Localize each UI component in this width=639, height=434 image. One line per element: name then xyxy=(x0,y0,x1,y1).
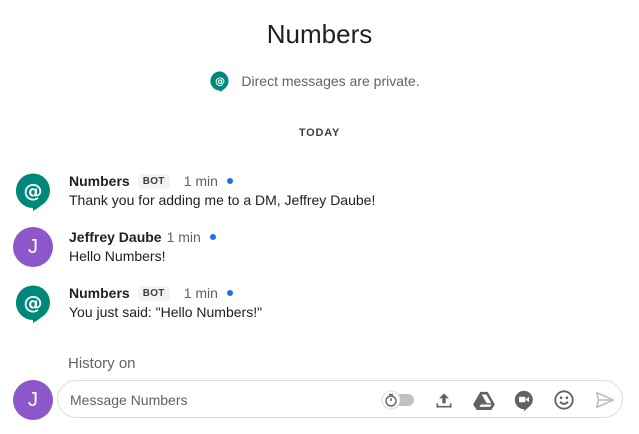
message-time: 1 min xyxy=(183,285,218,301)
emoji-button[interactable] xyxy=(551,387,577,413)
message-text: Hello Numbers! xyxy=(69,248,166,264)
presence-dot xyxy=(209,234,216,240)
video-meet-icon xyxy=(514,390,533,411)
message-header: Numbers BOT 1 min xyxy=(69,283,233,303)
message-composer xyxy=(57,380,623,418)
hangouts-chat-icon: @ xyxy=(210,71,229,92)
message-time: 1 min xyxy=(183,173,218,189)
message-item: @ Numbers BOT 1 min Thank you for adding… xyxy=(13,171,613,215)
date-divider: TODAY xyxy=(298,127,341,139)
svg-text:@: @ xyxy=(215,77,225,88)
message-time: 1 min xyxy=(166,229,201,245)
sender-name[interactable]: Numbers xyxy=(69,285,130,301)
history-status: History on xyxy=(68,355,136,372)
upload-button[interactable] xyxy=(431,387,457,413)
sender-name[interactable]: Jeffrey Daube xyxy=(69,229,162,245)
svg-text:@: @ xyxy=(24,180,43,202)
privacy-notice: @ Direct messages are private. xyxy=(0,70,639,92)
history-timer-toggle[interactable] xyxy=(376,387,420,413)
video-meet-button[interactable] xyxy=(511,387,537,413)
message-header: Jeffrey Daube 1 min xyxy=(69,227,216,247)
svg-text:@: @ xyxy=(24,292,43,314)
message-item: @ Numbers BOT 1 min You just said: "Hell… xyxy=(13,283,613,327)
message-text: You just said: "Hello Numbers!" xyxy=(69,304,263,320)
sender-name[interactable]: Numbers xyxy=(69,173,130,189)
message-text: Thank you for adding me to a DM, Jeffrey… xyxy=(69,192,376,208)
bot-badge: BOT xyxy=(137,285,170,301)
composer-avatar: J xyxy=(13,380,53,420)
presence-dot xyxy=(226,178,233,184)
upload-icon xyxy=(436,393,452,408)
page-title: Numbers xyxy=(266,19,373,49)
google-drive-icon xyxy=(473,391,495,410)
chat-page: Numbers @ Direct messages are private. T… xyxy=(0,0,639,434)
presence-dot xyxy=(226,290,233,296)
privacy-text: Direct messages are private. xyxy=(241,73,420,89)
send-button[interactable] xyxy=(592,387,618,413)
bot-avatar-icon[interactable]: @ xyxy=(13,171,53,211)
message-item: J Jeffrey Daube 1 min Hello Numbers! xyxy=(13,227,613,271)
emoji-icon xyxy=(554,390,574,410)
history-timer-toggle-icon xyxy=(381,390,414,410)
google-drive-button[interactable] xyxy=(471,387,497,413)
bot-avatar-icon[interactable]: @ xyxy=(13,283,53,323)
message-input[interactable] xyxy=(70,390,370,410)
send-icon xyxy=(595,391,615,409)
user-avatar[interactable]: J xyxy=(13,227,53,267)
bot-badge: BOT xyxy=(137,173,170,189)
message-header: Numbers BOT 1 min xyxy=(69,171,233,191)
